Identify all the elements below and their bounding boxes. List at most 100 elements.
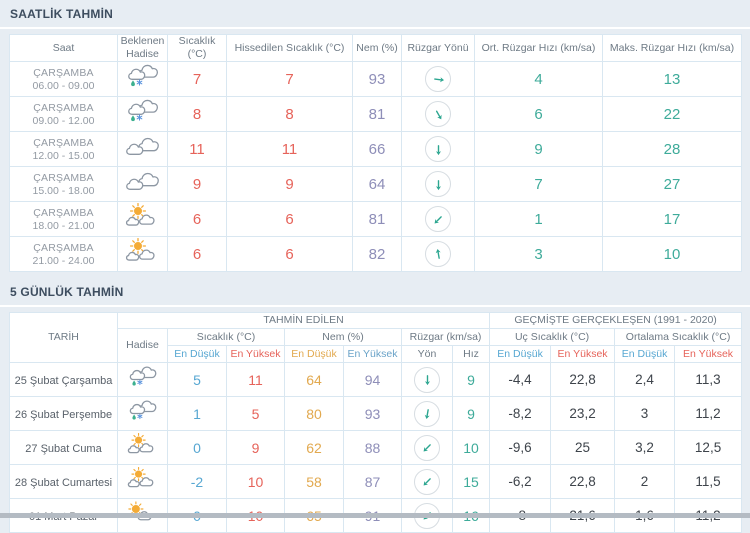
date-label: 28 Şubat Cumartesi [14, 476, 113, 489]
daily-section-header: 5 GÜNLÜK TAHMİN [0, 278, 750, 308]
footer-divider-bar [0, 513, 750, 518]
humidity-value: 66 [352, 131, 402, 168]
day-label: ÇARŞAMBA [33, 171, 94, 184]
temperature-value: 9 [167, 166, 227, 203]
temperature-value: 6 [167, 236, 227, 273]
humidity-low-value: 58 [284, 464, 344, 500]
wind-direction-cell [401, 236, 475, 273]
average-low-value: 2,4 [614, 362, 676, 398]
time-slot-cell: ÇARŞAMBA 09.00 - 12.00 [9, 96, 118, 133]
avg-wind-speed-value: 6 [474, 96, 603, 133]
wind-direction-icon [425, 101, 451, 128]
average-high-value: 11,3 [674, 362, 743, 398]
col-header-time: Saat [9, 33, 118, 63]
extreme-high-value: 23,2 [550, 396, 616, 432]
time-range-label: 06.00 - 09.00 [32, 79, 95, 92]
wind-direction-icon [425, 241, 451, 268]
subheader-humidity-low: En Düşük [284, 345, 344, 364]
weather-event-cell [117, 464, 168, 500]
day-label: ÇARŞAMBA [33, 136, 94, 149]
wind-direction-cell [401, 61, 475, 98]
temp-low-value: -2 [167, 464, 227, 500]
col-header-feels-like: Hissedilen Sıcaklık (°C) [226, 33, 353, 63]
day-label: ÇARŞAMBA [33, 66, 94, 79]
table-row: ÇARŞAMBA 09.00 - 12.00 8 8 81 6 22 [9, 96, 742, 133]
wind-speed-value: 9 [451, 396, 491, 432]
temp-low-value: 1 [167, 396, 227, 432]
humidity-value: 81 [352, 201, 402, 238]
group-header-predicted: TAHMİN EDİLEN [116, 312, 491, 330]
table-row: ÇARŞAMBA 21.00 - 24.00 6 6 82 3 10 [9, 236, 742, 273]
table-row: 27 Şubat Cuma 0 9 62 88 10 -9,6 25 3,2 1… [9, 430, 743, 466]
group-header-past: GEÇMİŞTE GERÇEKLEŞEN (1991 - 2020) [489, 312, 743, 330]
humidity-high-value: 94 [343, 362, 402, 398]
max-wind-speed-value: 10 [602, 236, 742, 273]
wind-speed-value: 9 [451, 362, 491, 398]
col-header-average-temp: Ortalama Sıcaklık (°C) [614, 328, 743, 347]
weather-event-cell [117, 96, 168, 133]
cloudy-icon [123, 133, 163, 160]
humidity-value: 93 [352, 61, 402, 98]
avg-wind-speed-value: 1 [474, 201, 603, 238]
time-slot-cell: ÇARŞAMBA 06.00 - 09.00 [9, 61, 118, 98]
time-range-label: 09.00 - 12.00 [32, 114, 95, 127]
rain-snow-icon [123, 98, 163, 125]
feels-like-value: 6 [226, 236, 353, 273]
temp-low-value: 0 [167, 430, 227, 466]
temp-high-value: 5 [226, 396, 285, 432]
weather-event-cell [117, 396, 168, 432]
weather-event-cell [117, 362, 168, 398]
wind-direction-cell [401, 201, 475, 238]
temp-high-value: 9 [226, 430, 285, 466]
day-label: ÇARŞAMBA [33, 101, 94, 114]
date-cell: 26 Şubat Perşembe [9, 396, 118, 432]
temp-high-value: 10 [226, 464, 285, 500]
sun-clouds-icon [125, 433, 161, 457]
col-header-humidity: Nem (%) [352, 33, 402, 63]
weather-event-cell [117, 201, 168, 238]
col-header-event: Hadise [117, 328, 168, 364]
average-low-value: 2 [614, 464, 676, 500]
wind-direction-cell [401, 396, 453, 432]
weather-event-cell [117, 236, 168, 273]
cloudy-icon [123, 168, 163, 195]
feels-like-value: 8 [226, 96, 353, 133]
table-row: 26 Şubat Perşembe 1 5 80 93 9 -8,2 23,2 … [9, 396, 743, 432]
time-slot-cell: ÇARŞAMBA 18.00 - 21.00 [9, 201, 118, 238]
weather-event-cell [117, 131, 168, 168]
wind-direction-cell [401, 362, 453, 398]
wind-direction-icon [425, 206, 451, 233]
temp-low-value: 5 [167, 362, 227, 398]
wind-direction-icon [425, 171, 451, 198]
avg-wind-speed-value: 7 [474, 166, 603, 203]
daily-section-title: 5 GÜNLÜK TAHMİN [10, 285, 124, 300]
col-header-humidity: Nem (%) [284, 328, 402, 347]
average-high-value: 11,5 [674, 464, 743, 500]
average-high-value: 11,2 [674, 396, 743, 432]
extreme-high-value: 22,8 [550, 362, 616, 398]
subheader-average-high: En Yüksek [674, 345, 743, 364]
hourly-section-title: SAATLİK TAHMİN [10, 7, 114, 21]
col-header-max-wind: Maks. Rüzgar Hızı (km/sa) [602, 33, 742, 63]
extreme-low-value: -6,2 [489, 464, 552, 500]
col-header-avg-wind: Ort. Rüzgar Hızı (km/sa) [474, 33, 603, 63]
wind-direction-cell [401, 464, 453, 500]
extreme-low-value: -9,6 [489, 430, 552, 466]
extreme-low-value: -8,2 [489, 396, 552, 432]
temperature-value: 7 [167, 61, 227, 98]
time-slot-cell: ÇARŞAMBA 21.00 - 24.00 [9, 236, 118, 273]
rain-snow-icon [125, 399, 161, 423]
humidity-high-value: 88 [343, 430, 402, 466]
hourly-table-body: ÇARŞAMBA 06.00 - 09.00 7 7 93 4 13 ÇARŞA… [9, 61, 742, 273]
table-row: ÇARŞAMBA 12.00 - 15.00 11 11 66 9 28 [9, 131, 742, 168]
wind-direction-icon [425, 136, 451, 163]
humidity-low-value: 64 [284, 362, 344, 398]
wind-speed-value: 10 [451, 430, 491, 466]
date-cell: 25 Şubat Çarşamba [9, 362, 118, 398]
day-label: ÇARŞAMBA [33, 206, 94, 219]
time-range-label: 15.00 - 18.00 [32, 184, 95, 197]
hourly-table-header: Saat Beklenen Hadise Sıcaklık (°C) Hisse… [9, 33, 742, 63]
humidity-low-value: 80 [284, 396, 344, 432]
table-row: 28 Şubat Cumartesi -2 10 58 87 15 -6,2 2… [9, 464, 743, 500]
subheader-temp-low: En Düşük [167, 345, 227, 364]
